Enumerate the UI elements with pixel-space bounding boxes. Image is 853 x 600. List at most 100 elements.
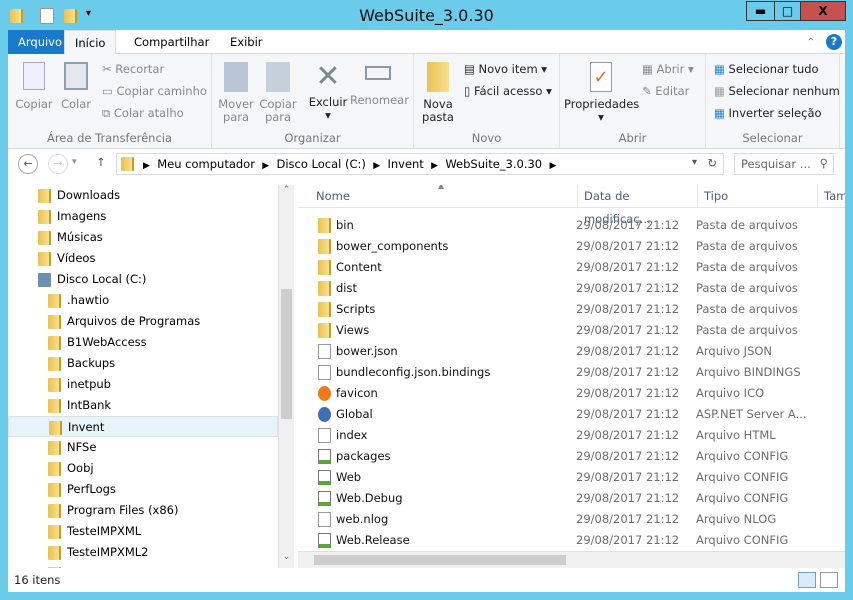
minimize-button[interactable]: ▬ <box>746 1 775 21</box>
easy-access-button[interactable]: ▯ Fácil acesso ▾ <box>464 84 552 98</box>
column-type[interactable]: Tipo <box>698 185 818 208</box>
nav-item[interactable]: IntBank <box>8 395 278 416</box>
folder-icon <box>48 356 61 371</box>
file-row[interactable]: packages 29/08/2017 21:12 Arquivo CONFIG <box>298 446 828 467</box>
scroll-thumb[interactable] <box>314 555 566 565</box>
file-row[interactable]: bundleconfig.json.bindings 29/08/2017 21:… <box>298 362 828 383</box>
nav-item[interactable]: Imagens <box>8 206 278 227</box>
column-date[interactable]: Data de modificaç... <box>578 185 698 226</box>
select-none-button[interactable]: ▦ Selecionar nenhum <box>714 84 840 98</box>
up-button[interactable]: ↑ <box>96 155 106 169</box>
properties-button[interactable]: ✓ Propriedades ▾ <box>564 62 639 124</box>
nav-item[interactable]: PerfLogs <box>8 479 278 500</box>
group-new: Nova pasta ▤ Novo item ▾ ▯ Fácil acesso … <box>414 54 560 149</box>
aspx-icon <box>318 407 331 422</box>
file-row[interactable]: Scripts 29/08/2017 21:12 Pasta de arquivos <box>298 299 828 320</box>
collapse-ribbon-icon[interactable]: ⌃ <box>806 35 816 49</box>
copy-button[interactable]: Copiar <box>12 62 56 111</box>
invert-selection-button[interactable]: ▦ Inverter seleção <box>714 106 822 120</box>
file-row[interactable]: Views 29/08/2017 21:12 Pasta de arquivos <box>298 320 828 341</box>
search-input[interactable]: Pesquisar ... ⚲ <box>734 153 834 175</box>
address-bar[interactable]: ▶ Meu computador ▶ Disco Local (C:) ▶ In… <box>116 153 724 175</box>
folder-icon <box>38 188 51 203</box>
delete-button[interactable]: ✕ Excluir ▾ <box>308 60 348 122</box>
file-row[interactable]: Content 29/08/2017 21:12 Pasta de arquivos <box>298 257 828 278</box>
scroll-thumb[interactable] <box>281 289 292 419</box>
nav-item-label: .hawtio <box>67 293 110 307</box>
select-all-button[interactable]: ▦ Selecionar tudo <box>714 62 819 76</box>
move-to-button[interactable]: Mover para <box>216 62 256 124</box>
file-row[interactable]: bower.json 29/08/2017 21:12 Arquivo JSON <box>298 341 828 362</box>
file-row[interactable]: dist 29/08/2017 21:12 Pasta de arquivos <box>298 278 828 299</box>
paste-button[interactable]: Colar <box>58 62 94 111</box>
nav-item[interactable]: TesteIMPXML <box>8 521 278 542</box>
ribbon: Copiar Colar ✂ Recortar ▭ Copiar caminho… <box>8 54 845 149</box>
column-name[interactable]: Nome <box>310 185 578 208</box>
edit-icon: ✎ <box>642 84 652 98</box>
folder-icon <box>48 482 61 497</box>
breadcrumb-item[interactable]: Meu computador <box>157 157 255 171</box>
back-button[interactable]: ← <box>18 154 38 174</box>
refresh-icon[interactable]: ↻ <box>707 156 717 170</box>
scroll-up-icon[interactable]: ⌃ <box>279 185 294 201</box>
nav-item[interactable]: Disco Local (C:) <box>8 269 278 290</box>
paste-shortcut-button[interactable]: ⧉ Colar atalho <box>102 106 184 121</box>
file-row[interactable]: Web 29/08/2017 21:12 Arquivo CONFIG <box>298 467 828 488</box>
nav-item[interactable]: Program Files (x86) <box>8 500 278 521</box>
file-row[interactable]: web.nlog 29/08/2017 21:12 Arquivo NLOG <box>298 509 828 530</box>
horizontal-scrollbar[interactable] <box>298 551 845 568</box>
details-view-icon[interactable] <box>798 572 816 588</box>
close-button[interactable]: X <box>800 1 846 21</box>
nav-item-label: IntBank <box>67 398 112 412</box>
file-type: Pasta de arquivos <box>696 281 798 295</box>
breadcrumb-item[interactable]: WebSuite_3.0.30 <box>445 157 542 171</box>
recent-locations-icon[interactable]: ▾ <box>72 157 77 167</box>
nav-scrollbar[interactable]: ⌃ ⌄ <box>278 185 294 568</box>
file-row[interactable]: Global 29/08/2017 21:12 ASP.NET Server A..… <box>298 404 828 425</box>
folder-icon <box>38 209 51 224</box>
tab-exibir[interactable]: Exibir <box>220 30 273 54</box>
cut-button[interactable]: ✂ Recortar <box>102 62 164 76</box>
new-item-button[interactable]: ▤ Novo item ▾ <box>464 62 547 76</box>
nav-item[interactable]: NFSe <box>8 437 278 458</box>
help-icon[interactable]: ? <box>826 34 842 50</box>
nav-item[interactable]: .hawtio <box>8 290 278 311</box>
nav-item[interactable]: Vídeos <box>8 248 278 269</box>
file-icon <box>318 428 331 443</box>
breadcrumb-item[interactable]: Disco Local (C:) <box>277 157 366 171</box>
easy-access-icon: ▯ <box>464 84 471 98</box>
open-button[interactable]: ▦ Abrir ▾ <box>642 62 694 76</box>
tab-arquivo[interactable]: Arquivo <box>8 30 64 54</box>
tab-inicio[interactable]: Início <box>64 30 117 55</box>
address-dropdown-icon[interactable]: ▾ <box>692 157 697 168</box>
nav-item[interactable]: Downloads <box>8 185 278 206</box>
file-row[interactable]: index 29/08/2017 21:12 Arquivo HTML <box>298 425 828 446</box>
nav-item[interactable]: Músicas <box>8 227 278 248</box>
new-folder-button[interactable]: Nova pasta <box>418 62 458 124</box>
file-row[interactable]: bin 29/08/2017 21:12 Pasta de arquivos <box>298 215 828 236</box>
column-size[interactable]: Tama <box>818 185 845 208</box>
maximize-button[interactable]: □ <box>774 1 801 21</box>
file-row[interactable]: bower_components 29/08/2017 21:12 Pasta de… <box>298 236 828 257</box>
invert-selection-icon: ▦ <box>714 106 725 120</box>
forward-button[interactable]: → <box>48 154 68 174</box>
nav-item[interactable]: inetpub <box>8 374 278 395</box>
nav-item[interactable]: TesteIMPXML2 <box>8 542 278 563</box>
file-row[interactable]: Web.Debug 29/08/2017 21:12 Arquivo CONFIG <box>298 488 828 509</box>
nav-item[interactable]: Backups <box>8 353 278 374</box>
copy-path-button[interactable]: ▭ Copiar caminho <box>102 84 207 98</box>
scroll-down-icon[interactable]: ⌄ <box>279 552 294 568</box>
nav-item[interactable]: Invent <box>8 416 278 437</box>
nav-item[interactable]: Arquivos de Programas <box>8 311 278 332</box>
folder-icon <box>48 524 61 539</box>
large-icons-view-icon[interactable] <box>820 572 838 588</box>
nav-item[interactable]: Oobj <box>8 458 278 479</box>
nav-item[interactable]: B1WebAccess <box>8 332 278 353</box>
file-row[interactable]: Web.Release 29/08/2017 21:12 Arquivo CONFI… <box>298 530 828 551</box>
breadcrumb-item[interactable]: Invent <box>387 157 423 171</box>
copy-to-button[interactable]: Copiar para <box>258 62 298 124</box>
rename-button[interactable]: Renomear <box>350 62 409 107</box>
edit-button[interactable]: ✎ Editar <box>642 84 689 98</box>
file-row[interactable]: favicon 29/08/2017 21:12 Arquivo ICO <box>298 383 828 404</box>
tab-compartilhar[interactable]: Compartilhar <box>124 30 219 54</box>
